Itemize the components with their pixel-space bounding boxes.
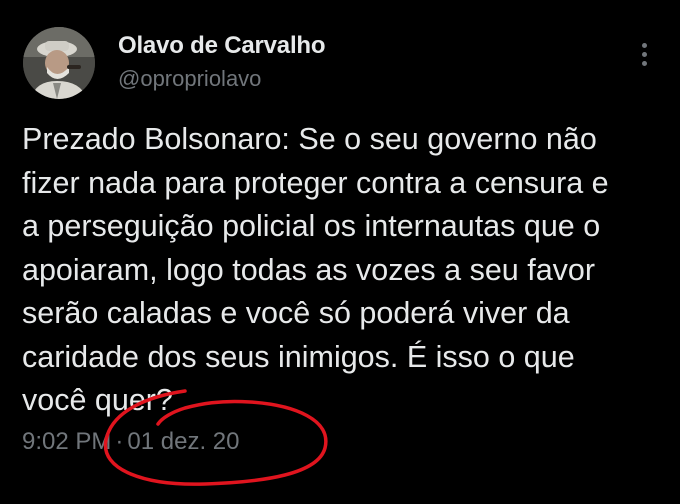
tweet-text-line: serão caladas e você só poderá viver da bbox=[22, 296, 570, 330]
tweet-text-line: a perseguição policial os internautas qu… bbox=[22, 209, 601, 243]
avatar-photo bbox=[23, 27, 95, 99]
meta-separator: · bbox=[115, 428, 124, 455]
author-display-name[interactable]: Olavo de Carvalho bbox=[118, 32, 326, 60]
avatar[interactable] bbox=[23, 27, 95, 99]
author-handle[interactable]: @opropriolavo bbox=[118, 66, 261, 92]
tweet-text: Prezado Bolsonaro: Se o seu governo não … bbox=[22, 118, 662, 423]
tweet-text-line: apoiaram, logo todas as vozes a seu favo… bbox=[22, 252, 596, 287]
more-dot bbox=[641, 43, 647, 48]
more-dot bbox=[641, 61, 647, 66]
tweet-date: 01 dez. 20 bbox=[127, 428, 240, 455]
tweet: Olavo de Carvalho @opropriolavo Prezado … bbox=[0, 0, 680, 504]
tweet-time: 9:02 PM bbox=[22, 428, 112, 455]
more-dot bbox=[641, 52, 647, 57]
tweet-text-line: Prezado Bolsonaro: Se o seu governo não bbox=[22, 122, 597, 156]
tweet-text-line: caridade dos seus inimigos. É isso o que bbox=[22, 339, 575, 374]
tweet-timestamp[interactable]: 9:02 PM · 01 dez. 20 bbox=[22, 428, 239, 456]
more-options-icon[interactable] bbox=[636, 43, 652, 73]
tweet-text-line: você quer? bbox=[22, 383, 173, 417]
tweet-text-line: fizer nada para proteger contra a censur… bbox=[22, 165, 609, 200]
